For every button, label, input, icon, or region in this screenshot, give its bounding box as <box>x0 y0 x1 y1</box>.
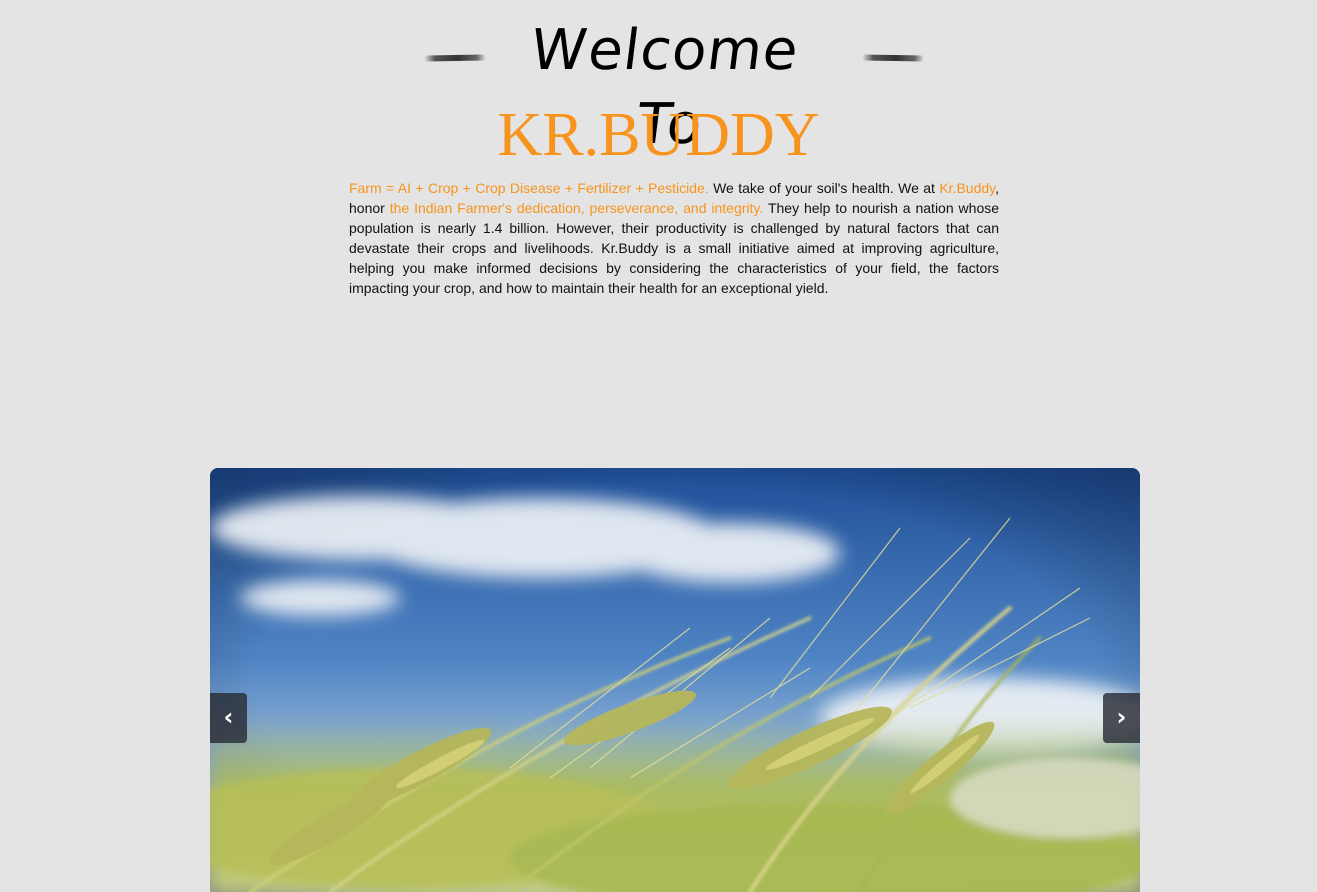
carousel-next-button[interactable]: › <box>1103 693 1140 743</box>
carousel-slide-wheat-field <box>210 468 1140 892</box>
intro-tribute: the Indian Farmer's dedication, persever… <box>389 200 764 216</box>
intro-formula: Farm = AI + Crop + Crop Disease + Fertil… <box>349 180 709 196</box>
intro-text-1: We take of your soil's health. We at <box>708 180 940 196</box>
brush-stroke-right <box>861 54 925 62</box>
intro-brand-ref: Kr.Buddy <box>939 180 996 196</box>
brand-title: KR.BUDDY <box>497 101 820 169</box>
intro-paragraph: Farm = AI + Crop + Crop Disease + Fertil… <box>349 178 999 298</box>
image-carousel[interactable]: ‹ › <box>210 468 1140 892</box>
welcome-heading: Welcome To <box>0 14 1317 157</box>
brush-stroke-left <box>423 54 487 62</box>
carousel-prev-button[interactable]: ‹ <box>210 693 247 743</box>
